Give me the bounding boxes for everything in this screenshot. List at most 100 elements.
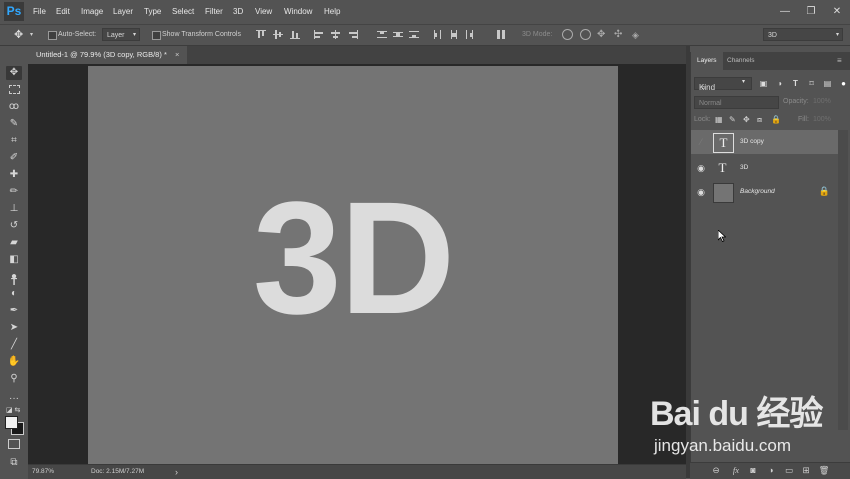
brush-tool-icon[interactable]: ✏ bbox=[6, 185, 22, 199]
3d-pan-icon[interactable]: ✥ bbox=[597, 25, 605, 45]
status-menu-arrow[interactable]: › bbox=[175, 465, 178, 479]
visibility-off-icon[interactable]: ⁄ bbox=[695, 136, 707, 148]
adjustment-layer-icon[interactable]: ◑ bbox=[765, 464, 777, 477]
show-transform-checkbox[interactable] bbox=[152, 31, 161, 40]
menu-layer[interactable]: Layer bbox=[113, 0, 133, 24]
layer-row-3d[interactable]: ◉ T 3D bbox=[691, 156, 838, 180]
opacity-field[interactable]: 100% bbox=[813, 94, 831, 110]
document-tab[interactable]: Untitled-1 @ 79.9% (3D copy, RGB/8) * × bbox=[28, 46, 188, 64]
distribute-hcenter-icon[interactable] bbox=[449, 30, 459, 39]
align-right-icon[interactable] bbox=[348, 30, 358, 39]
history-brush-tool-icon[interactable]: ↺ bbox=[6, 219, 22, 233]
3d-roll-icon[interactable] bbox=[580, 29, 591, 40]
align-bottom-icon[interactable] bbox=[290, 30, 300, 39]
blend-mode-dropdown[interactable]: Normal bbox=[694, 96, 779, 109]
quick-mask-icon[interactable] bbox=[6, 438, 22, 452]
link-layers-icon[interactable]: ⊖ bbox=[710, 464, 722, 477]
menu-view[interactable]: View bbox=[255, 0, 272, 24]
add-mask-icon[interactable]: ◙ bbox=[747, 464, 759, 477]
align-top-icon[interactable] bbox=[256, 30, 266, 39]
auto-select-checkbox[interactable] bbox=[48, 31, 57, 40]
eye-icon[interactable]: ◉ bbox=[695, 162, 707, 174]
fill-field[interactable]: 100% bbox=[813, 112, 831, 128]
tab-channels[interactable]: Channels bbox=[721, 52, 760, 70]
canvas-text-3d[interactable]: 3D bbox=[88, 178, 618, 338]
distribute-right-icon[interactable] bbox=[465, 30, 475, 39]
layer-row-background[interactable]: ◉ Background 🔒 bbox=[691, 180, 838, 204]
foreground-color-swatch[interactable] bbox=[5, 416, 18, 429]
eyedropper-tool-icon[interactable]: ✐ bbox=[6, 151, 22, 165]
tab-close-icon[interactable]: × bbox=[175, 50, 179, 59]
layer-row-3d-copy[interactable]: ⁄ T 3D copy bbox=[691, 130, 838, 154]
menu-edit[interactable]: Edit bbox=[56, 0, 70, 24]
lock-artboard-icon[interactable]: ⧈ bbox=[757, 112, 762, 128]
marquee-tool-icon[interactable] bbox=[6, 83, 22, 97]
layer-name[interactable]: Background bbox=[740, 180, 775, 204]
move-tool-preset-icon[interactable]: ✥ bbox=[14, 25, 23, 45]
align-hcenter-icon[interactable] bbox=[331, 30, 341, 39]
screen-mode-icon[interactable]: ⧉ bbox=[6, 456, 22, 470]
3d-slide-icon[interactable]: ✣ bbox=[614, 25, 622, 45]
distribute-vcenter-icon[interactable] bbox=[393, 30, 403, 39]
eraser-tool-icon[interactable]: ▰ bbox=[6, 236, 22, 250]
menu-file[interactable]: File bbox=[33, 0, 46, 24]
pen-tool-icon[interactable]: ✒ bbox=[6, 304, 22, 318]
menu-help[interactable]: Help bbox=[324, 0, 340, 24]
pixel-filter-icon[interactable]: ▣ bbox=[759, 79, 768, 88]
shape-tool-icon[interactable]: ╱ bbox=[6, 338, 22, 352]
zoom-tool-icon[interactable]: ⚲ bbox=[6, 372, 22, 386]
crop-tool-icon[interactable]: ⌗ bbox=[6, 134, 22, 148]
eye-icon[interactable]: ◉ bbox=[695, 186, 707, 198]
menu-type[interactable]: Type bbox=[144, 0, 161, 24]
hand-tool-icon[interactable]: ✋ bbox=[6, 355, 22, 369]
chevron-down-icon[interactable]: ▾ bbox=[30, 25, 33, 45]
lock-pixels-icon[interactable]: ✎ bbox=[729, 112, 736, 128]
menu-filter[interactable]: Filter bbox=[205, 0, 223, 24]
type-tool-icon[interactable]: T bbox=[6, 276, 22, 290]
healing-brush-tool-icon[interactable]: ✚ bbox=[6, 168, 22, 182]
menu-3d[interactable]: 3D bbox=[233, 0, 243, 24]
shape-filter-icon[interactable]: ⌑ bbox=[807, 79, 816, 88]
gradient-tool-icon[interactable]: ◧ bbox=[6, 253, 22, 267]
lock-transparency-icon[interactable]: ▦ bbox=[715, 112, 723, 128]
workspace-dropdown[interactable]: 3D ▾ bbox=[763, 28, 843, 41]
layer-name[interactable]: 3D copy bbox=[740, 130, 764, 154]
menu-image[interactable]: Image bbox=[81, 0, 103, 24]
close-icon[interactable]: ✕ bbox=[830, 5, 844, 19]
3d-scale-icon[interactable]: ◈ bbox=[632, 25, 639, 45]
distribute-top-icon[interactable] bbox=[377, 30, 387, 39]
kind-filter-dropdown[interactable]: ⌕ Kind ▾ bbox=[694, 77, 752, 92]
align-vcenter-icon[interactable] bbox=[273, 30, 283, 39]
menu-window[interactable]: Window bbox=[284, 0, 312, 24]
quick-select-tool-icon[interactable]: ✎ bbox=[6, 117, 22, 131]
distribute-left-icon[interactable] bbox=[433, 30, 443, 39]
menu-select[interactable]: Select bbox=[172, 0, 194, 24]
3d-rotate-icon[interactable] bbox=[562, 29, 573, 40]
layer-style-icon[interactable]: fx bbox=[730, 464, 742, 477]
align-left-icon[interactable] bbox=[314, 30, 324, 39]
move-tool-icon[interactable]: ✥ bbox=[6, 66, 22, 80]
type-filter-icon[interactable]: T bbox=[791, 79, 800, 88]
adjustment-filter-icon[interactable]: ◑ bbox=[775, 79, 784, 88]
document-canvas[interactable]: 3D bbox=[88, 66, 618, 464]
distribute-bottom-icon[interactable] bbox=[409, 30, 419, 39]
auto-align-icon[interactable] bbox=[496, 30, 506, 39]
new-group-icon[interactable]: ▭ bbox=[783, 464, 795, 477]
clone-stamp-tool-icon[interactable]: ⊥ bbox=[6, 202, 22, 216]
layers-scrollbar[interactable] bbox=[838, 130, 848, 430]
smart-object-filter-icon[interactable]: ▤ bbox=[823, 79, 832, 88]
panel-menu-icon[interactable]: ≡ bbox=[831, 52, 848, 70]
restore-icon[interactable]: ❐ bbox=[804, 5, 818, 19]
filter-toggle-icon[interactable]: ● bbox=[839, 79, 848, 88]
layer-name[interactable]: 3D bbox=[740, 156, 748, 180]
path-selection-tool-icon[interactable]: ➤ bbox=[6, 321, 22, 335]
lock-position-icon[interactable]: ✥ bbox=[743, 112, 750, 128]
new-layer-icon[interactable]: ⊞ bbox=[800, 464, 812, 477]
minimize-icon[interactable]: — bbox=[778, 5, 792, 19]
zoom-field[interactable]: 79.87% bbox=[32, 465, 54, 479]
tab-layers[interactable]: Layers bbox=[691, 52, 723, 70]
delete-layer-icon[interactable]: 🗑 bbox=[818, 464, 830, 477]
lasso-tool-icon[interactable]: ꝏ bbox=[6, 100, 22, 114]
lock-all-icon[interactable]: 🔒 bbox=[771, 112, 781, 128]
auto-select-dropdown[interactable]: Layer ▾ bbox=[102, 28, 140, 41]
